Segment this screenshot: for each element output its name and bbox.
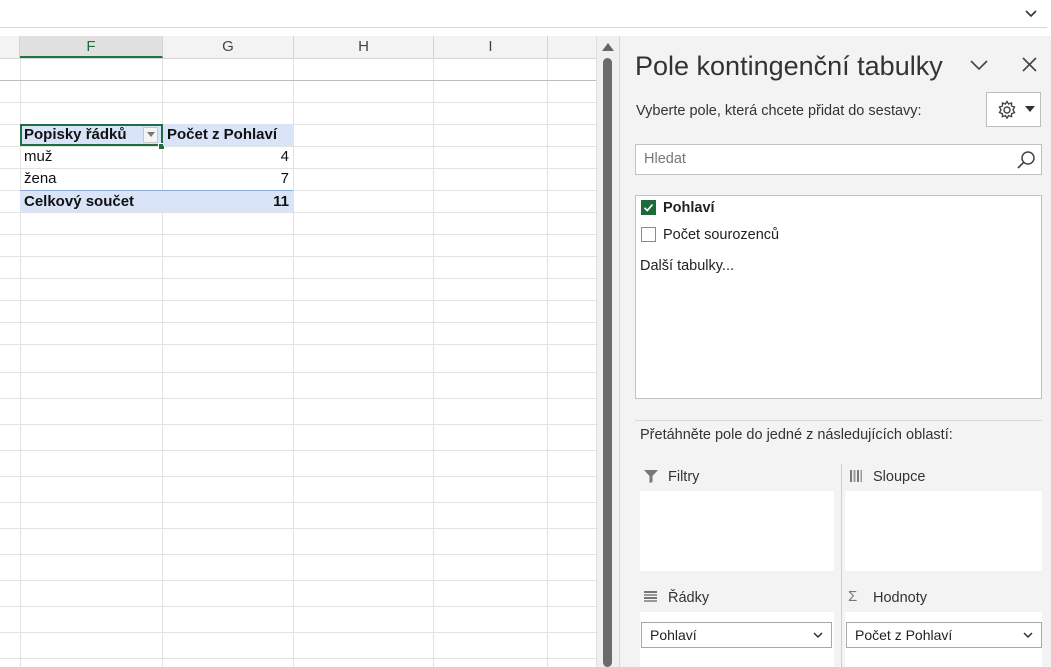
rows-icon — [644, 591, 657, 602]
field-checkbox-pocet-sourozencu[interactable] — [641, 227, 656, 242]
search-placeholder: Hledat — [644, 151, 686, 167]
pivot-fields-pane: Pole kontingenční tabulky Vyberte pole, … — [619, 36, 1051, 667]
checkmark-icon — [643, 203, 654, 212]
pivot-grand-total-value[interactable]: 11 — [163, 190, 293, 212]
gear-icon — [998, 100, 1016, 120]
values-area-title: Hodnoty — [873, 590, 928, 606]
grid-line — [0, 322, 596, 323]
filters-area[interactable]: Filtry — [640, 464, 834, 571]
chevron-down-icon[interactable] — [812, 628, 824, 642]
values-area[interactable]: Σ Hodnoty Počet z Pohlaví — [845, 585, 1042, 667]
field-search-input[interactable]: Hledat — [635, 144, 1042, 175]
columns-area-title: Sloupce — [873, 469, 926, 485]
grid-line — [0, 372, 596, 373]
grid-line — [0, 212, 596, 213]
grid-line — [0, 234, 596, 235]
rows-area[interactable]: Řádky Pohlaví — [640, 585, 834, 667]
scrollbar-thumb[interactable] — [603, 58, 612, 667]
search-icon[interactable] — [1016, 150, 1036, 170]
grid-line — [0, 554, 596, 555]
row-labels-filter-dropdown[interactable] — [143, 127, 158, 143]
scroll-up-arrow-icon[interactable] — [602, 43, 614, 51]
pivot-row-labels-header[interactable]: Popisky řádků — [20, 124, 163, 146]
frozen-pane-line — [0, 80, 596, 81]
pivot-row-value[interactable]: 7 — [163, 168, 293, 190]
filters-drop-zone[interactable] — [640, 491, 834, 571]
pivot-row-label[interactable]: žena — [20, 168, 162, 190]
vertical-scrollbar[interactable] — [596, 36, 619, 667]
grid-line — [0, 580, 596, 581]
rows-area-title: Řádky — [668, 590, 710, 606]
columns-drop-zone[interactable] — [845, 491, 1042, 571]
grid-line — [0, 502, 596, 503]
grid-line — [0, 102, 596, 103]
pane-title: Pole kontingenční tabulky — [635, 51, 943, 81]
grid-line — [0, 256, 596, 257]
field-label-pocet-sourozencu[interactable]: Počet sourozenců — [663, 227, 779, 243]
grid-line — [0, 424, 596, 425]
chevron-down-icon[interactable] — [970, 58, 988, 72]
grid-line — [0, 450, 596, 451]
column-header-i[interactable]: I — [434, 36, 548, 58]
column-header-edge[interactable] — [0, 36, 20, 58]
column-header-next[interactable] — [548, 36, 596, 58]
more-tables-link[interactable]: Další tabulky... — [640, 258, 734, 274]
filters-area-title: Filtry — [668, 469, 700, 485]
area-separator — [841, 464, 842, 667]
rows-drop-zone[interactable]: Pohlaví — [640, 612, 834, 667]
pivot-row-labels-header-text: Popisky řádků — [24, 126, 127, 143]
pivot-row-value[interactable]: 4 — [163, 146, 293, 168]
grid-line — [0, 278, 596, 279]
settings-button[interactable] — [986, 92, 1041, 127]
grid-line — [547, 58, 548, 667]
columns-area[interactable]: Sloupce — [845, 464, 1042, 571]
close-icon[interactable] — [1022, 57, 1037, 72]
values-field-chip-label: Počet z Pohlaví — [855, 627, 953, 643]
grid-line — [0, 398, 596, 399]
grid-line — [0, 658, 596, 659]
column-header-f[interactable]: F — [20, 36, 163, 58]
chevron-down-icon[interactable] — [1023, 5, 1039, 21]
field-checkbox-pohlavi[interactable] — [641, 200, 656, 215]
caret-down-icon — [1025, 106, 1035, 112]
pivot-values-header[interactable]: Počet z Pohlaví — [163, 124, 293, 146]
column-header-g[interactable]: G — [163, 36, 294, 58]
sigma-icon: Σ — [848, 588, 858, 605]
values-field-chip[interactable]: Počet z Pohlaví — [846, 622, 1042, 648]
field-list: Pohlaví Počet sourozenců Další tabulky..… — [635, 195, 1042, 399]
field-label-pohlavi[interactable]: Pohlaví — [663, 200, 715, 216]
rows-field-chip-label: Pohlaví — [650, 627, 697, 643]
grid-line — [293, 58, 294, 667]
drag-hint-label: Přetáhněte pole do jedné z následujících… — [640, 427, 953, 443]
choose-fields-label: Vyberte pole, která chcete přidat do ses… — [636, 103, 922, 119]
pivot-row-label[interactable]: muž — [20, 146, 162, 168]
grid-line — [0, 632, 596, 633]
worksheet-grid[interactable]: F G H I Popisky řádků Počet z Pohlaví mu… — [0, 36, 596, 667]
formula-bar[interactable] — [0, 0, 1047, 28]
rows-field-chip[interactable]: Pohlaví — [641, 622, 832, 648]
chevron-down-icon[interactable] — [1022, 628, 1034, 642]
areas-divider — [635, 420, 1042, 421]
columns-icon — [850, 470, 862, 482]
grid-line — [0, 300, 596, 301]
values-drop-zone[interactable]: Počet z Pohlaví — [845, 612, 1042, 667]
grid-line — [433, 58, 434, 667]
grid-line — [0, 606, 596, 607]
column-headers: F G H I — [0, 36, 596, 59]
grid-line — [0, 476, 596, 477]
grid-line — [0, 344, 596, 345]
grid-line — [0, 528, 596, 529]
column-header-h[interactable]: H — [294, 36, 434, 58]
pivot-grand-total-label[interactable]: Celkový součet — [20, 190, 163, 212]
dropdown-arrow-icon — [146, 132, 155, 137]
filter-icon — [644, 470, 658, 483]
